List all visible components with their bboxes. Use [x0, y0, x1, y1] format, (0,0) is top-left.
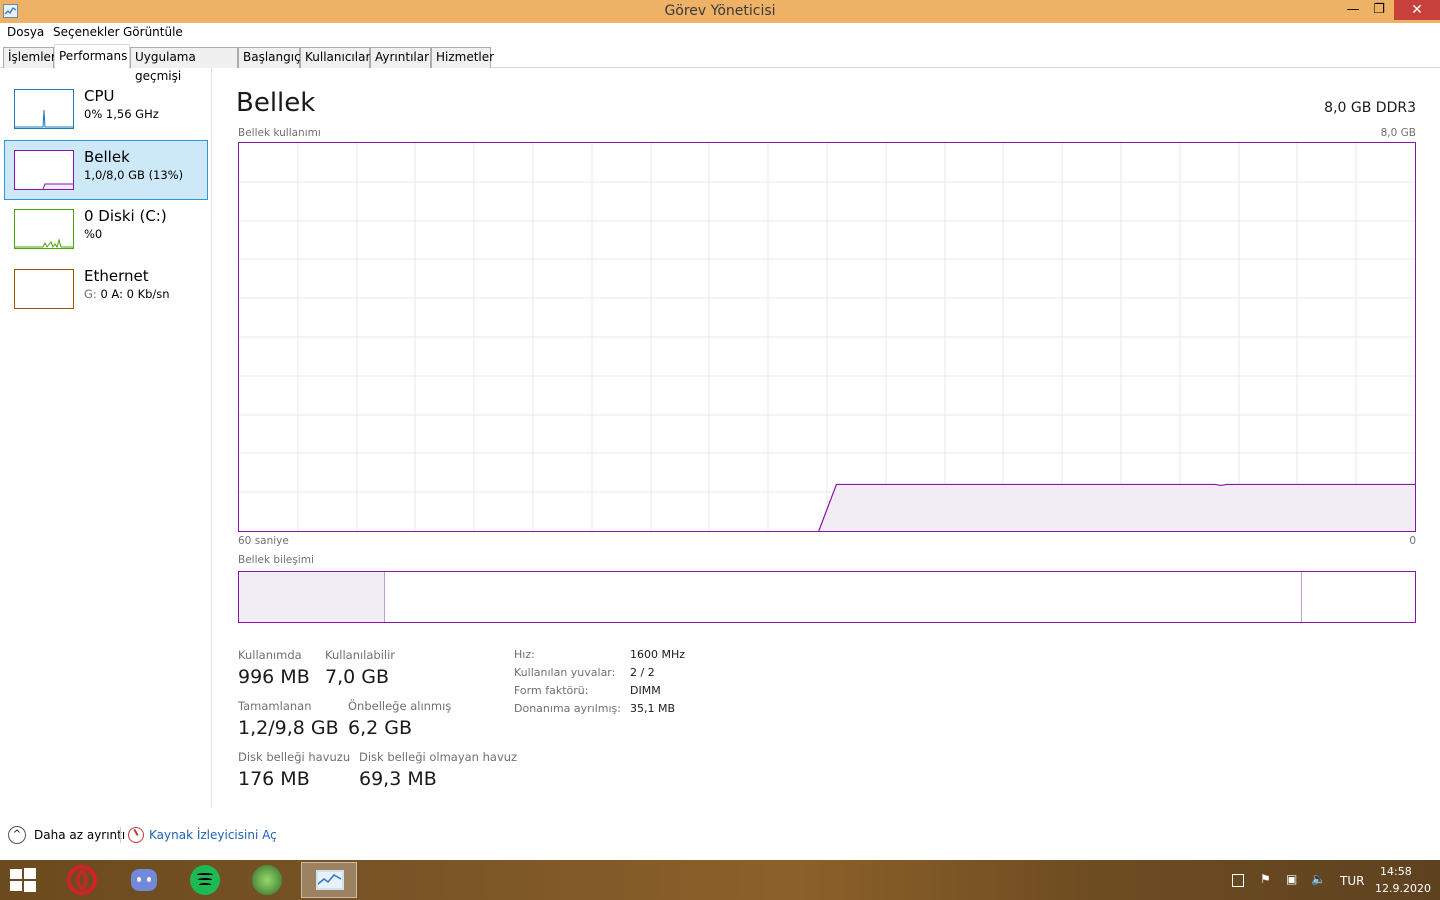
- sidebar-item-sub-value: 0 A: 0 Kb/sn: [100, 287, 170, 301]
- form-factor-value: DIMM: [630, 684, 661, 697]
- windows-start-icon[interactable]: [10, 868, 40, 892]
- resource-monitor-icon[interactable]: [128, 827, 144, 843]
- speed-value: 1600 MHz: [630, 648, 686, 661]
- slots-value: 2 / 2: [630, 666, 655, 679]
- sidebar-item-sub: G: 0 A: 0 Kb/sn: [84, 287, 170, 301]
- title-bar: Görev Yöneticisi — ❐ ✕: [0, 0, 1440, 23]
- sidebar-item-label: CPU: [84, 87, 115, 105]
- cached-label: Önbelleğe alınmış: [348, 699, 452, 713]
- sidebar-item-sub: 1,0/8,0 GB (13%): [84, 168, 184, 182]
- flag-icon[interactable]: ⚑: [1260, 872, 1271, 886]
- tab-processes[interactable]: İşlemler: [3, 47, 56, 68]
- composition-in-use: [239, 572, 385, 622]
- sidebar-item-cpu[interactable]: CPU 0% 1,56 GHz: [4, 80, 208, 140]
- network-icon[interactable]: ▣: [1286, 872, 1297, 886]
- tab-performance[interactable]: Performans: [54, 44, 130, 69]
- slots-label: Kullanılan yuvalar:: [514, 666, 616, 679]
- clock-time[interactable]: 14:58: [1380, 865, 1412, 878]
- hardware-reserved-value: 35,1 MB: [630, 702, 676, 715]
- nonpaged-pool-label: Disk belleği olmayan havuz: [359, 750, 518, 764]
- page-title: Bellek: [236, 88, 316, 118]
- sidebar-item-label: Ethernet: [84, 267, 149, 285]
- close-button[interactable]: ✕: [1394, 0, 1440, 20]
- restore-button[interactable]: ❐: [1366, 0, 1392, 20]
- hardware-reserved-label: Donanıma ayrılmış:: [514, 702, 621, 715]
- sidebar-item-label: Bellek: [84, 148, 130, 166]
- footer: ^ Daha az ayrıntı Kaynak İzleyicisini Aç: [0, 810, 1440, 860]
- available-value: 7,0 GB: [325, 666, 390, 688]
- speed-label: Hız:: [514, 648, 535, 661]
- menu-bar: Dosya Seçenekler Görüntüle: [0, 23, 1440, 43]
- paged-pool-value: 176 MB: [238, 768, 310, 790]
- usage-chart-svg: [239, 143, 1415, 531]
- sidebar-item-label: 0 Diski (C:): [84, 207, 167, 225]
- opera-icon[interactable]: [56, 862, 108, 898]
- menu-file[interactable]: Dosya: [7, 25, 44, 39]
- footer-divider: [120, 827, 121, 843]
- spotify-icon[interactable]: [179, 862, 231, 898]
- composition-label: Bellek bileşimi: [238, 554, 314, 566]
- available-label: Kullanılabilir: [325, 648, 396, 662]
- tab-users[interactable]: Kullanıcılar: [300, 47, 370, 68]
- paged-pool-label: Disk belleği havuzu: [238, 750, 351, 764]
- cpu-thumbnail: [14, 89, 74, 129]
- sidebar-item-memory[interactable]: Bellek 1,0/8,0 GB (13%): [4, 140, 208, 200]
- menu-view[interactable]: Görüntüle: [123, 25, 183, 39]
- volume-icon[interactable]: 🔈: [1311, 872, 1326, 886]
- open-resource-monitor-link[interactable]: Kaynak İzleyicisini Aç: [149, 828, 277, 842]
- in-use-value: 996 MB: [238, 666, 310, 688]
- memory-composition-bar: [238, 571, 1416, 623]
- tab-app-history[interactable]: Uygulama geçmişi: [130, 47, 238, 83]
- sidebar-item-ethernet[interactable]: Ethernet G: 0 A: 0 Kb/sn: [4, 260, 208, 320]
- performance-sidebar: CPU 0% 1,56 GHz Bellek 1,0/8,0 GB (13%) …: [0, 68, 212, 808]
- tab-details[interactable]: Ayrıntılar: [370, 47, 431, 68]
- time-axis-label: 60 saniye: [238, 535, 289, 547]
- notification-icon[interactable]: [1232, 874, 1244, 887]
- form-factor-label: Form faktörü:: [514, 684, 589, 697]
- window-title: Görev Yöneticisi: [664, 3, 776, 19]
- committed-value: 1,2/9,8 GB: [238, 717, 339, 739]
- memory-usage-chart: [238, 142, 1416, 532]
- usage-chart-max: 8,0 GB: [1380, 127, 1416, 139]
- committed-label: Tamamlanan: [238, 699, 312, 713]
- usage-chart-label: Bellek kullanımı: [238, 127, 321, 139]
- nonpaged-pool-value: 69,3 MB: [359, 768, 437, 790]
- tab-startup[interactable]: Başlangıç: [238, 47, 301, 68]
- time-axis-end: 0: [1409, 535, 1416, 547]
- tab-services[interactable]: Hizmetler: [431, 47, 494, 68]
- sidebar-item-sub: %0: [84, 227, 103, 241]
- memory-thumbnail: [14, 150, 74, 190]
- discord-icon[interactable]: [118, 862, 170, 898]
- menu-options[interactable]: Seçenekler: [53, 25, 120, 39]
- task-manager-taskbar-icon[interactable]: [301, 862, 357, 898]
- ethernet-thumbnail: [14, 269, 74, 309]
- tab-strip: İşlemler Performans Uygulama geçmişi Baş…: [0, 43, 1440, 83]
- disk-thumbnail: [14, 209, 74, 249]
- cached-value: 6,2 GB: [348, 717, 413, 739]
- game-app-icon[interactable]: [241, 862, 293, 898]
- minimize-button[interactable]: —: [1340, 0, 1366, 20]
- memory-spec: 8,0 GB DDR3: [1324, 100, 1416, 116]
- chevron-up-icon[interactable]: ^: [8, 826, 26, 844]
- sidebar-item-sub-prefix: G:: [84, 287, 97, 301]
- sidebar-item-sub: 0% 1,56 GHz: [84, 107, 159, 121]
- sidebar-item-disk[interactable]: 0 Diski (C:) %0: [4, 200, 208, 260]
- language-indicator[interactable]: TUR: [1340, 874, 1364, 888]
- taskbar: ⚑ ▣ 🔈 TUR: [0, 860, 1440, 900]
- in-use-label: Kullanımda: [238, 648, 302, 662]
- clock-date[interactable]: 12.9.2020: [1375, 882, 1431, 895]
- fewer-details-link[interactable]: Daha az ayrıntı: [34, 828, 125, 842]
- composition-available-boundary: [1301, 572, 1302, 622]
